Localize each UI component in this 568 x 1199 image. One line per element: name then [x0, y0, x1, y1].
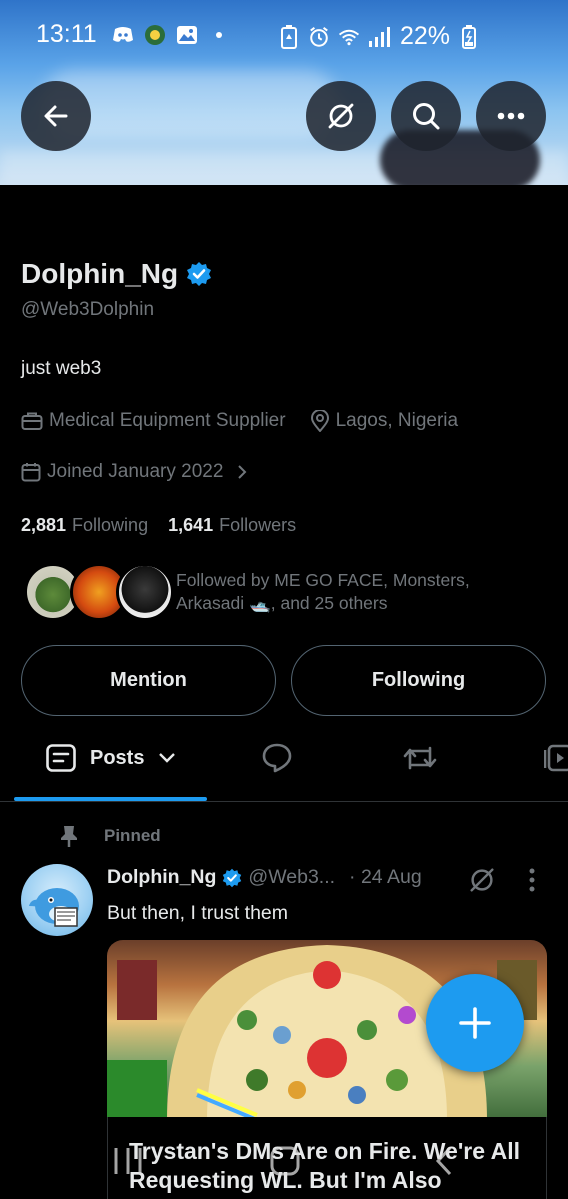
pinned-label: Pinned: [104, 826, 161, 845]
search-icon: [413, 103, 440, 130]
profile-meta-row: Medical Equipment Supplier Lagos, Nigeri…: [21, 410, 458, 432]
battery-percent: 22%: [400, 22, 451, 50]
recent-apps-icon[interactable]: [112, 1144, 144, 1178]
chevron-down-icon: [159, 753, 176, 763]
plus-icon: [459, 1007, 491, 1039]
arrow-left-icon: [44, 105, 68, 127]
tab-posts[interactable]: Posts: [46, 744, 176, 772]
compose-button[interactable]: [426, 974, 524, 1072]
posts-filter-icon: [46, 744, 76, 772]
mutual-followers-avatars[interactable]: [24, 563, 174, 623]
followed-by-text[interactable]: Followed by ME GO FACE, Monsters, Arkasa…: [176, 569, 516, 615]
follow-counts: 2,881 Following 1,641 Followers: [21, 515, 296, 536]
briefcase-icon: [21, 412, 43, 430]
media-icon[interactable]: [544, 742, 568, 774]
back-button[interactable]: [21, 81, 91, 151]
home-icon[interactable]: [269, 1144, 301, 1178]
followers-count[interactable]: 1,641: [168, 515, 213, 536]
system-nav-bar: [0, 1140, 568, 1199]
grok-button[interactable]: [306, 81, 376, 151]
profile-location: Lagos, Nigeria: [335, 410, 459, 431]
grok-icon: [328, 103, 354, 129]
battery-charging-icon: [458, 24, 480, 49]
profile-joined: Joined January 2022: [47, 461, 224, 482]
avatar: [116, 563, 174, 621]
gallery-icon: [176, 24, 198, 46]
more-icon: [497, 112, 525, 120]
post-author-avatar[interactable]: [21, 864, 93, 936]
app-notification-icon: [144, 24, 166, 46]
following-count[interactable]: 2,881: [21, 515, 66, 536]
alarm-icon: [308, 26, 330, 48]
back-nav-icon[interactable]: [432, 1144, 456, 1178]
active-tab-indicator: [14, 797, 207, 801]
chevron-right-icon: [238, 465, 247, 479]
post-header: Dolphin_Ng @Web3... · 24 Aug: [107, 866, 422, 889]
search-button[interactable]: [391, 81, 461, 151]
location-icon: [310, 410, 329, 432]
post-author-handle[interactable]: @Web3...: [248, 866, 335, 889]
wifi-icon: [338, 26, 360, 48]
dot-icon: [208, 24, 230, 46]
pin-icon: [61, 826, 77, 847]
grok-icon[interactable]: [467, 865, 497, 895]
verified-badge-icon[interactable]: [186, 261, 212, 287]
post-date[interactable]: · 24 Aug: [349, 866, 422, 889]
dolphin-avatar-image: [29, 888, 79, 927]
calendar-icon: [21, 463, 41, 482]
battery-saver-icon: [278, 24, 300, 49]
profile-name: Dolphin_Ng: [21, 258, 179, 289]
status-time: 13:11: [36, 20, 97, 48]
tab-posts-label: Posts: [90, 746, 145, 769]
verified-badge-icon: [223, 868, 242, 887]
reply-icon[interactable]: [261, 742, 293, 774]
profile-handle: @Web3Dolphin: [21, 299, 155, 320]
mention-button[interactable]: Mention: [21, 645, 276, 716]
following-button[interactable]: Following: [291, 645, 546, 716]
discord-icon: [112, 24, 134, 46]
post-author-name[interactable]: Dolphin_Ng: [107, 866, 216, 889]
following-label[interactable]: Following: [72, 515, 148, 536]
profile-profession: Medical Equipment Supplier: [49, 410, 286, 431]
status-bar: 13:11 22%: [0, 18, 568, 54]
profile-tabs: Posts: [0, 725, 568, 802]
post-text: But then, I trust them: [107, 902, 289, 924]
profile-name-row: Dolphin_Ng: [21, 258, 212, 290]
followers-label[interactable]: Followers: [219, 515, 296, 536]
pinned-indicator: Pinned: [58, 824, 161, 848]
profile-bio: just web3: [21, 358, 102, 379]
signal-icon: [368, 26, 390, 48]
post-more-icon[interactable]: [528, 868, 536, 892]
repost-icon[interactable]: [402, 742, 438, 774]
more-button[interactable]: [476, 81, 546, 151]
joined-row[interactable]: Joined January 2022: [21, 461, 247, 483]
